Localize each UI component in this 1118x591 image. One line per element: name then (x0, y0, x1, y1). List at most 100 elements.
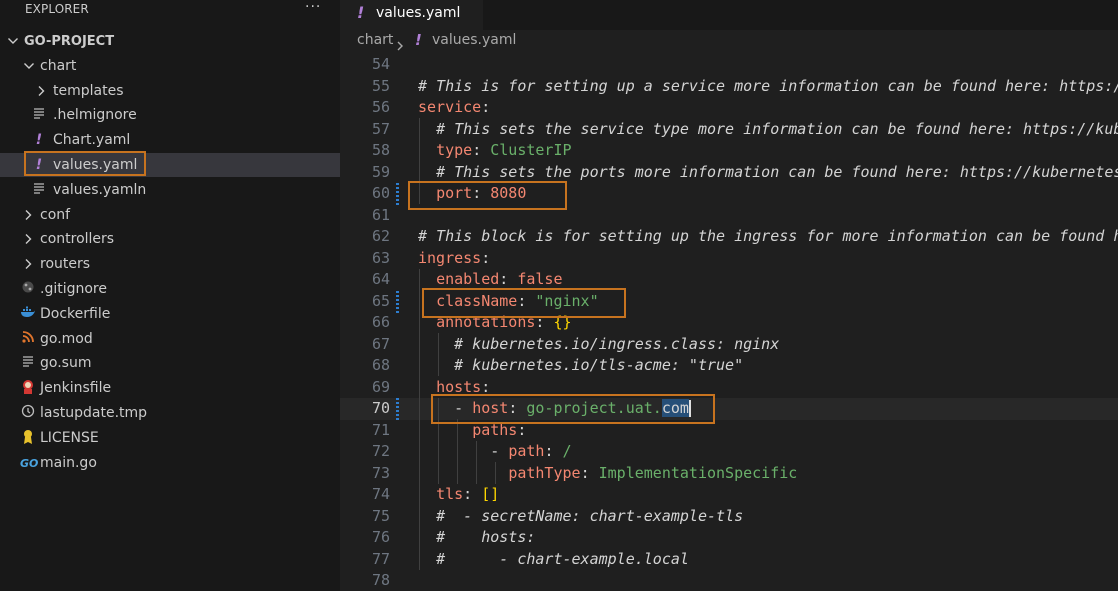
project-root[interactable]: GO-PROJECT (0, 29, 340, 53)
code-text: # This sets the service type more inform… (418, 119, 1118, 141)
code-editor[interactable]: 78 77 # - chart-example.local 76 # hosts: 7… (340, 54, 1118, 591)
code-text: port: 8080 (418, 183, 526, 205)
tree-item-dockerfile[interactable]: Dockerfile (0, 302, 340, 326)
code-text: - host: go-project.uat.com (418, 398, 691, 420)
code-token: # This sets the service type more inform… (436, 119, 1118, 138)
code-token: ingress (418, 248, 482, 267)
code-token: ImplementationSpecific (598, 463, 798, 482)
code-token: : (472, 141, 491, 159)
tree-item-label: conf (40, 206, 71, 223)
tree-item-templates[interactable]: templates (0, 79, 340, 103)
code-line[interactable]: 54 (340, 54, 1118, 76)
tab-values-yaml[interactable]: ! values.yaml (340, 0, 483, 30)
code-line[interactable]: 55 # This is for setting up a service mor… (340, 76, 1118, 98)
line-number: 70 (371, 399, 390, 417)
code-line[interactable]: 61 (340, 205, 1118, 227)
code-line[interactable]: 65 className: "nginx" (340, 291, 1118, 313)
code-line[interactable]: 68 # kubernetes.io/tls-acme: "true" (340, 355, 1118, 377)
line-number: 60 (371, 184, 390, 202)
editor-area: ! values.yaml chart ! values.yaml 78 77 #… (340, 0, 1118, 591)
tree-item-values-yaml[interactable]: ! values.yaml (0, 153, 340, 177)
tree-item-chart-yaml[interactable]: ! Chart.yaml (0, 128, 340, 152)
code-token: 8080 (490, 184, 527, 202)
line-number: 69 (371, 377, 390, 396)
tree-item-label: Jenkinsfile (40, 380, 112, 397)
tree-item-chart[interactable]: chart (0, 54, 340, 78)
code-token: [] (481, 485, 500, 503)
code-line[interactable]: 74 tls: [] (340, 484, 1118, 506)
line-number: 61 (371, 205, 390, 224)
code-line[interactable]: 56 service: (340, 97, 1118, 119)
code-token: : (481, 248, 491, 267)
code-line[interactable]: 77 # - chart-example.local (340, 549, 1118, 571)
code-token: false (517, 270, 563, 288)
code-line[interactable]: 63 ingress: (340, 248, 1118, 270)
code-text: ingress: (418, 248, 490, 270)
code-line[interactable]: 69 hosts: (340, 377, 1118, 399)
breadcrumb-folder[interactable]: chart (357, 32, 393, 48)
code-text: # kubernetes.io/tls-acme: "true" (418, 355, 743, 377)
yaml-file-icon: ! (415, 31, 422, 49)
code-line[interactable]: 57 # This sets the service type more inf… (340, 119, 1118, 141)
line-number: 71 (371, 420, 390, 439)
code-line[interactable]: 75 # - secretName: chart-example-tls (340, 506, 1118, 528)
modified-line-marker (396, 398, 399, 420)
code-token: # kubernetes.io/tls-acme: "true" (454, 356, 744, 374)
line-number: 73 (371, 463, 390, 482)
tree-item-license[interactable]: LICENSE (0, 426, 340, 450)
code-line[interactable]: 59 # This sets the ports more informatio… (340, 162, 1118, 184)
code-token: : (508, 399, 527, 417)
code-token: tls (436, 485, 464, 503)
clock-icon (20, 404, 36, 422)
line-number: 78 (371, 571, 390, 589)
more-actions-icon[interactable]: ··· (305, 0, 321, 15)
explorer-sidebar: EXPLORER ··· GO-PROJECT chart templates .he… (0, 0, 340, 591)
tree-item-go-sum[interactable]: go.sum (0, 351, 340, 375)
tree-item-gitignore[interactable]: .gitignore (0, 277, 340, 301)
code-token: hosts (436, 377, 482, 396)
tree-item-label: values.yamln (53, 181, 147, 198)
line-number: 62 (371, 227, 390, 245)
tree-item-controllers[interactable]: controllers (0, 227, 340, 251)
code-text: # - secretName: chart-example-tls (418, 506, 743, 528)
code-token: # hosts: (436, 528, 536, 546)
tree-item-label: .gitignore (40, 281, 107, 297)
explorer-header: EXPLORER ··· (0, 0, 340, 22)
code-token: - (418, 399, 473, 417)
tree-item-jenkinsfile[interactable]: Jenkinsfile (0, 376, 340, 400)
code-line[interactable]: 78 (340, 570, 1118, 591)
breadcrumb-file[interactable]: values.yaml (432, 32, 516, 48)
code-text: type: ClusterIP (418, 140, 571, 162)
tree-item-main-go[interactable]: GO main.go (0, 451, 340, 475)
tree-item-helmignore[interactable]: .helmignore (0, 103, 340, 127)
yaml-file-icon: ! (35, 132, 43, 149)
code-line[interactable]: 62 # This block is for setting up the ing… (340, 226, 1118, 248)
tree-item-go-mod[interactable]: go.mod (0, 327, 340, 351)
code-line[interactable]: 67 # kubernetes.io/ingress.class: nginx (340, 334, 1118, 356)
code-token: : (517, 291, 536, 310)
tree-item-routers[interactable]: routers (0, 252, 340, 276)
code-line[interactable]: 66 annotations: {} (340, 312, 1118, 334)
code-line[interactable]: 76 # hosts: (340, 527, 1118, 549)
code-line[interactable]: 70 - host: go-project.uat.com (340, 398, 1118, 420)
line-number: 72 (371, 442, 390, 460)
tree-item-label: Chart.yaml (53, 132, 131, 149)
breadcrumb: chart ! values.yaml (340, 30, 1118, 52)
code-line[interactable]: 58 type: ClusterIP (340, 140, 1118, 162)
code-token: # - chart-example.local (436, 549, 689, 568)
line-number: 75 (371, 506, 390, 525)
tree-item-conf[interactable]: conf (0, 203, 340, 227)
tree-item-lastupdate-tmp[interactable]: lastupdate.tmp (0, 401, 340, 425)
indent-guide (457, 419, 458, 484)
code-token: "nginx" (535, 291, 599, 310)
code-line[interactable]: 60 port: 8080 (340, 183, 1118, 205)
jenkins-icon (20, 379, 36, 397)
tree-item-values-yamln[interactable]: values.yamln (0, 178, 340, 202)
code-line[interactable]: 64 enabled: false (340, 269, 1118, 291)
